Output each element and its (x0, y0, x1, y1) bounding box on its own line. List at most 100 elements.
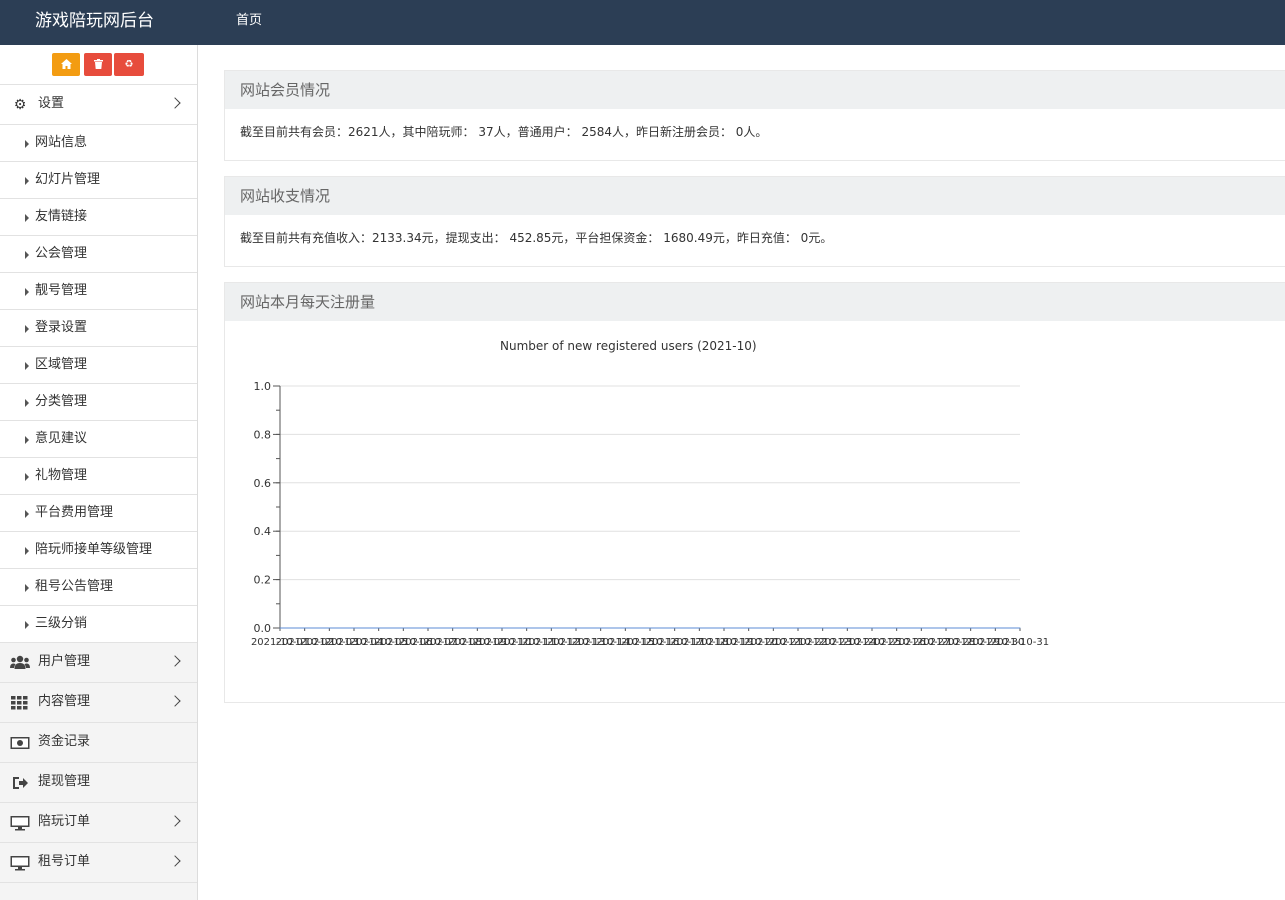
members-panel: 网站会员情况 截至目前共有会员：2621人，其中陪玩师： 37人，普通用户： 2… (224, 70, 1285, 161)
sidebar-group[interactable]: 资金记录 (0, 723, 197, 763)
chevron-right-icon (169, 97, 181, 109)
home-icon (60, 59, 72, 69)
caret-right-icon (25, 473, 29, 481)
finance-summary: 截至目前共有充值收入：2133.34元，提现支出： 452.85元，平台担保资金… (240, 231, 833, 245)
users-icon (10, 655, 30, 669)
sidebar-group-label: 陪玩订单 (38, 814, 91, 829)
finance-panel-title: 网站收支情况 (225, 177, 1285, 215)
sidebar-subitem-label: 三级分销 (35, 616, 88, 631)
sidebar-subitem-label: 分类管理 (35, 394, 88, 409)
caret-right-icon (25, 362, 29, 370)
sidebar-subitem-label: 陪玩师接单等级管理 (35, 542, 153, 557)
caret-right-icon (25, 510, 29, 518)
data-point (378, 627, 380, 629)
sidebar-group-label: 提现管理 (38, 774, 91, 789)
sidebar-subitem-label: 区域管理 (35, 357, 88, 372)
caret-right-icon (25, 621, 29, 629)
data-point (452, 627, 454, 629)
caret-right-icon (25, 288, 29, 296)
sidebar-subitem-label: 平台费用管理 (35, 505, 114, 520)
sidebar-subitem-label: 靓号管理 (35, 283, 88, 298)
sidebar-subitem[interactable]: 靓号管理 (0, 273, 197, 310)
caret-right-icon (25, 436, 29, 444)
caret-right-icon (25, 251, 29, 259)
data-point (649, 627, 651, 629)
sidebar-subitem-label: 幻灯片管理 (35, 172, 101, 187)
y-tick-label: 0.2 (254, 574, 272, 587)
sidebar-subitem[interactable]: 公会管理 (0, 236, 197, 273)
sidebar-group[interactable]: 租号订单 (0, 843, 197, 883)
data-point (476, 627, 478, 629)
caret-right-icon (25, 399, 29, 407)
sidebar-subitem[interactable]: 幻灯片管理 (0, 162, 197, 199)
sidebar-group-label: 用户管理 (38, 654, 91, 669)
sidebar-subitem-label: 公会管理 (35, 246, 88, 261)
caret-right-icon (25, 214, 29, 222)
chevron-right-icon (169, 815, 181, 827)
members-summary: 截至目前共有会员：2621人，其中陪玩师： 37人，普通用户： 2584人，昨日… (240, 125, 768, 139)
x-tick-label: 2021-10-31 (991, 637, 1049, 648)
delete-button[interactable] (84, 53, 112, 76)
sidebar-group[interactable]: 用户管理 (0, 643, 197, 683)
y-tick-label: 1.0 (254, 380, 272, 393)
y-tick-label: 0.4 (254, 525, 272, 538)
registrations-panel-title: 网站本月每天注册量 (225, 283, 1285, 321)
data-point (945, 627, 947, 629)
data-point (600, 627, 602, 629)
y-tick-label: 0.0 (254, 622, 272, 635)
data-point (526, 627, 528, 629)
sidebar-subitem-label: 礼物管理 (35, 468, 88, 483)
sidebar-toolbar: ♻ (0, 45, 197, 85)
monitor-icon (10, 856, 30, 871)
grid-icon (11, 696, 28, 710)
chart-title: Number of new registered users (2021-10) (500, 339, 757, 353)
data-point (698, 627, 700, 629)
top-bar: 游戏陪玩网后台 首页 (0, 0, 1285, 45)
sidebar-subitem[interactable]: 登录设置 (0, 310, 197, 347)
data-point (871, 627, 873, 629)
y-tick-label: 0.8 (254, 428, 272, 441)
sidebar-group[interactable]: 内容管理 (0, 683, 197, 723)
sign-out-icon (13, 777, 28, 789)
sidebar-subitem[interactable]: 区域管理 (0, 347, 197, 384)
gears-icon: ⚙ (13, 97, 27, 113)
sidebar-subitem-label: 友情链接 (35, 209, 88, 224)
sidebar-subitem-label: 意见建议 (35, 431, 88, 446)
y-tick-label: 0.6 (254, 477, 272, 490)
data-point (772, 627, 774, 629)
recycle-button[interactable]: ♻ (114, 53, 144, 76)
data-point (328, 627, 330, 629)
data-point (1019, 627, 1021, 629)
data-point (279, 627, 281, 629)
sidebar-group-label: 资金记录 (38, 734, 91, 749)
nav-home-link[interactable]: 首页 (236, 0, 262, 45)
registrations-chart: 0.00.20.40.60.81.02021-10-012021-10-0220… (251, 380, 1049, 648)
sidebar-group-settings[interactable]: ⚙ 设置 (0, 85, 197, 125)
sidebar-subitem[interactable]: 陪玩师接单等级管理 (0, 532, 197, 569)
chevron-right-icon (169, 655, 181, 667)
chevron-right-icon (169, 695, 181, 707)
sidebar-subitem[interactable]: 三级分销 (0, 606, 197, 643)
caret-right-icon (25, 584, 29, 592)
sidebar-subitem[interactable]: 网站信息 (0, 125, 197, 162)
caret-right-icon (25, 140, 29, 148)
data-point (304, 627, 306, 629)
data-point (674, 627, 676, 629)
sidebar-group[interactable]: 陪玩订单 (0, 803, 197, 843)
sidebar-subitem[interactable]: 租号公告管理 (0, 569, 197, 606)
sidebar-subitem[interactable]: 礼物管理 (0, 458, 197, 495)
sidebar-group[interactable]: 提现管理 (0, 763, 197, 803)
sidebar-subitem[interactable]: 分类管理 (0, 384, 197, 421)
sidebar-subitem[interactable]: 意见建议 (0, 421, 197, 458)
app-title: 游戏陪玩网后台 (35, 11, 154, 31)
sidebar-group-label: 内容管理 (38, 694, 91, 709)
data-point (550, 627, 552, 629)
home-button[interactable] (52, 53, 80, 76)
data-point (748, 627, 750, 629)
data-point (402, 627, 404, 629)
finance-panel: 网站收支情况 截至目前共有充值收入：2133.34元，提现支出： 452.85元… (224, 176, 1285, 267)
data-point (822, 627, 824, 629)
sidebar-subitem[interactable]: 平台费用管理 (0, 495, 197, 532)
trash-icon (93, 59, 103, 69)
sidebar-subitem[interactable]: 友情链接 (0, 199, 197, 236)
